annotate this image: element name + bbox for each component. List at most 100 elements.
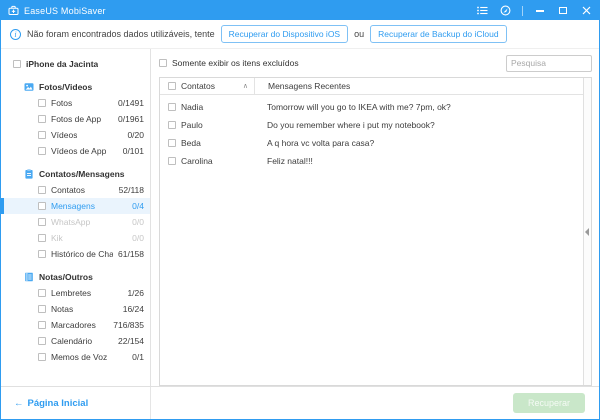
notification-or-text: ou [354, 29, 365, 39]
table-header: Contatos ∧ Mensagens Recentes [160, 78, 591, 95]
table-row-beda[interactable]: Beda A q hora vc volta para casa? [160, 134, 591, 152]
preview-pane-splitter[interactable] [583, 78, 591, 385]
sidebar-item-device[interactable]: iPhone da Jacinta [1, 56, 150, 72]
sidebar-item-calendario[interactable]: Calendário 22/154 [1, 333, 150, 349]
calendario-checkbox[interactable] [38, 337, 46, 345]
sidebar-item-memos-de-voz[interactable]: Memos de Voz 0/1 [1, 349, 150, 365]
recover-icloud-backup-button[interactable]: Recuperar de Backup do iCloud [370, 25, 507, 43]
select-all-checkbox[interactable] [168, 82, 176, 90]
back-arrow-icon: ← [14, 397, 24, 409]
table-row-carolina[interactable]: Carolina Feliz natal!!! [160, 152, 591, 170]
info-icon: i [10, 28, 21, 40]
item-label: Mensagens [51, 201, 95, 211]
item-label: Fotos [51, 98, 73, 108]
item-count: 716/835 [113, 320, 144, 330]
sidebar-item-whatsapp[interactable]: WhatsApp 0/0 [1, 214, 150, 230]
videos-de-app-checkbox[interactable] [38, 147, 46, 155]
item-label: Vídeos [51, 130, 78, 140]
show-deleted-only-checkbox[interactable] [159, 59, 167, 67]
item-label: Marcadores [51, 320, 96, 330]
row-checkbox[interactable] [168, 103, 176, 111]
fotos-de-app-checkbox[interactable] [38, 115, 46, 123]
sidebar-item-fotos[interactable]: Fotos 0/1491 [1, 95, 150, 111]
notification-bar: i Não foram encontrados dados utilizávei… [1, 20, 599, 49]
lembretes-checkbox[interactable] [38, 289, 46, 297]
notes-icon [24, 272, 34, 282]
filter-label-text: Somente exibir os itens excluídos [172, 58, 299, 68]
notas-checkbox[interactable] [38, 305, 46, 313]
sidebar-item-contatos[interactable]: Contatos 52/118 [1, 182, 150, 198]
globe-icon[interactable] [499, 5, 511, 17]
item-count: 0/4 [132, 201, 144, 211]
message-text: A q hora vc volta para casa? [267, 138, 375, 148]
recover-ios-device-button[interactable]: Recuperar do Dispositivo iOS [220, 25, 349, 43]
column-label-contacts: Contatos [181, 81, 216, 91]
mensagens-checkbox[interactable] [38, 202, 46, 210]
sidebar-section-notas-outros[interactable]: Notas/Outros [1, 269, 150, 285]
photos-icon [24, 82, 34, 92]
fotos-checkbox[interactable] [38, 99, 46, 107]
contatos-checkbox[interactable] [38, 186, 46, 194]
maximize-icon[interactable] [557, 5, 569, 17]
item-label: Histórico de Chamadas [51, 249, 113, 259]
sidebar-section-contatos-mensagens[interactable]: Contatos/Mensagens [1, 166, 150, 182]
section-label: Notas/Outros [39, 272, 93, 282]
sidebar-item-marcadores[interactable]: Marcadores 716/835 [1, 317, 150, 333]
item-count: 1/26 [127, 288, 144, 298]
contact-name: Paulo [181, 120, 203, 130]
filter-row: Somente exibir os itens excluídos [151, 49, 599, 77]
minimize-icon[interactable] [534, 5, 546, 17]
footer-bar: ← Página Inicial Recuperar [1, 386, 599, 419]
sidebar-item-fotos-de-app[interactable]: Fotos de App 0/1961 [1, 111, 150, 127]
item-label: WhatsApp [51, 217, 91, 227]
row-checkbox[interactable] [168, 157, 176, 165]
memos-de-voz-checkbox[interactable] [38, 353, 46, 361]
item-count: 0/1 [132, 352, 144, 362]
contacts-icon [24, 169, 34, 179]
item-count: 22/154 [118, 336, 144, 346]
item-count: 16/24 [122, 304, 144, 314]
row-checkbox[interactable] [168, 121, 176, 129]
sidebar-item-kik[interactable]: Kik 0/0 [1, 230, 150, 246]
sidebar-section-fotos-videos[interactable]: Fotos/Videos [1, 79, 150, 95]
app-logo-icon [8, 5, 19, 16]
menu-icon[interactable] [476, 5, 488, 17]
item-label: Memos de Voz [51, 352, 108, 362]
contacts-column-header[interactable]: Contatos ∧ [160, 78, 254, 94]
table-row-paulo[interactable]: Paulo Do you remember where i put my not… [160, 116, 591, 134]
item-label: Contatos [51, 185, 86, 195]
show-deleted-only-toggle[interactable]: Somente exibir os itens excluídos [159, 58, 299, 68]
row-checkbox[interactable] [168, 139, 176, 147]
home-link[interactable]: ← Página Inicial [14, 398, 88, 409]
search-input[interactable] [506, 54, 592, 72]
recent-messages-column-header[interactable]: Mensagens Recentes [254, 78, 591, 94]
sidebar-item-mensagens[interactable]: Mensagens 0/4 [1, 198, 150, 214]
item-count: 0/0 [132, 217, 144, 227]
contact-name: Nadia [181, 102, 204, 112]
item-label: Lembretes [51, 288, 92, 298]
kik-checkbox[interactable] [38, 234, 46, 242]
item-count: 0/0 [132, 233, 144, 243]
device-checkbox[interactable] [13, 60, 21, 68]
item-count: 0/1491 [118, 98, 144, 108]
sidebar-item-historico-de-chamadas[interactable]: Histórico de Chamadas 61/158 [1, 246, 150, 262]
videos-checkbox[interactable] [38, 131, 46, 139]
item-count: 0/1961 [118, 114, 144, 124]
item-label: Calendário [51, 336, 93, 346]
sidebar-item-videos-de-app[interactable]: Vídeos de App 0/101 [1, 143, 150, 159]
historico-checkbox[interactable] [38, 250, 46, 258]
sidebar: iPhone da Jacinta Fotos/Videos Fotos 0/1… [1, 49, 151, 386]
close-icon[interactable] [580, 5, 592, 17]
table-row-nadia[interactable]: Nadia Tomorrow will you go to IKEA with … [160, 98, 591, 116]
body: iPhone da Jacinta Fotos/Videos Fotos 0/1… [1, 49, 599, 386]
marcadores-checkbox[interactable] [38, 321, 46, 329]
whatsapp-checkbox[interactable] [38, 218, 46, 226]
sidebar-item-notas[interactable]: Notas 16/24 [1, 301, 150, 317]
sort-asc-icon[interactable]: ∧ [243, 82, 248, 90]
message-text: Feliz natal!!! [267, 156, 313, 166]
contact-name: Carolina [181, 156, 213, 166]
item-count: 61/158 [118, 249, 144, 259]
sidebar-item-lembretes[interactable]: Lembretes 1/26 [1, 285, 150, 301]
recover-button[interactable]: Recuperar [512, 393, 585, 413]
sidebar-item-videos[interactable]: Vídeos 0/20 [1, 127, 150, 143]
